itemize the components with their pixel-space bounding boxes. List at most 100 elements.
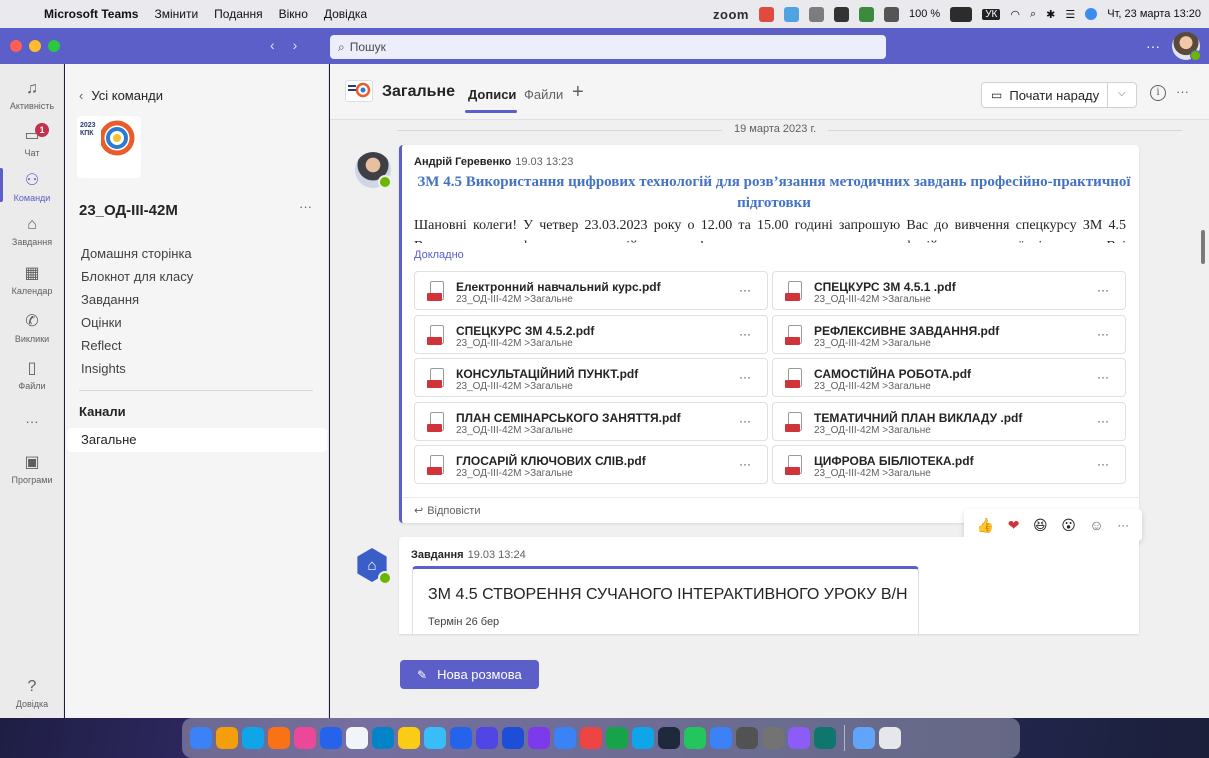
channels-heading[interactable]: Канали xyxy=(79,404,126,419)
file-more-button[interactable]: ··· xyxy=(1097,283,1109,297)
rail-help[interactable]: ? Довідка xyxy=(0,678,64,709)
header-more-button[interactable]: ··· xyxy=(1176,84,1189,99)
team-nav-assignments[interactable]: Завдання xyxy=(81,288,193,311)
bluetooth-icon[interactable]: ✱ xyxy=(1046,8,1055,21)
back-arrow-icon[interactable]: ‹ xyxy=(270,37,275,53)
chrome-icon[interactable] xyxy=(268,727,290,749)
close-window-button[interactable] xyxy=(10,40,22,52)
viber-icon[interactable] xyxy=(528,727,550,749)
rail-chat[interactable]: ▭ 1 Чат xyxy=(0,123,64,158)
menu-app-name[interactable]: Microsoft Teams xyxy=(44,7,138,21)
search-box[interactable]: ⌕ Пошук xyxy=(330,35,886,59)
add-reaction-icon[interactable]: ☺ xyxy=(1089,517,1103,533)
info-icon[interactable]: i xyxy=(1150,85,1166,101)
trash-icon[interactable] xyxy=(879,727,901,749)
rail-apps[interactable]: ▣ Програми xyxy=(0,454,64,485)
team-nav-insights[interactable]: Insights xyxy=(81,357,193,380)
team-nav-home[interactable]: Домашня сторінка xyxy=(81,242,193,265)
wifi-icon[interactable]: ◠ xyxy=(1010,8,1020,21)
mail-icon[interactable] xyxy=(320,727,342,749)
calendar-app-icon[interactable] xyxy=(346,727,368,749)
audio-tray-icon[interactable] xyxy=(884,6,899,22)
menu-edit[interactable]: Змінити xyxy=(154,7,198,21)
post2-author-name[interactable]: Завдання xyxy=(411,549,464,561)
forward-arrow-icon[interactable]: › xyxy=(293,37,298,53)
minimize-window-button[interactable] xyxy=(29,40,41,52)
battery-icon[interactable] xyxy=(950,6,973,22)
file-more-button[interactable]: ··· xyxy=(1097,370,1109,384)
menu-help[interactable]: Довідка xyxy=(324,7,367,21)
media-icon[interactable] xyxy=(580,727,602,749)
new-conversation-button[interactable]: ✎ Нова розмова xyxy=(400,660,539,689)
rail-calls[interactable]: ✆ Виклики xyxy=(0,313,64,344)
rail-files[interactable]: ▯ Файли xyxy=(0,360,64,391)
thumbs-up-icon[interactable]: 👍 xyxy=(977,517,994,534)
rail-calendar[interactable]: ▦ Календар xyxy=(0,265,64,296)
post-author[interactable]: Андрій Геревенко 19.03 13:23 xyxy=(414,156,573,168)
file-attachment[interactable]: ПЛАН СЕМІНАРСЬКОГО ЗАНЯТТЯ.pdf 23_ОД-ІІІ… xyxy=(414,402,768,441)
file-attachment[interactable]: СПЕЦКУРС ЗМ 4.5.2.pdf 23_ОД-ІІІ-42М >Заг… xyxy=(414,315,768,354)
file-attachment[interactable]: САМОСТІЙНА РОБОТА.pdf 23_ОД-ІІІ-42М >Заг… xyxy=(772,358,1126,397)
shield-tray-icon[interactable] xyxy=(834,6,849,22)
chevron-down-icon[interactable]: ⌵ xyxy=(1118,88,1126,99)
control-center-icon[interactable]: ☰ xyxy=(1065,8,1075,21)
file-attachment[interactable]: РЕФЛЕКСИВНЕ ЗАВДАННЯ.pdf 23_ОД-ІІІ-42М >… xyxy=(772,315,1126,354)
file-attachment[interactable]: Електронний навчальний курс.pdf 23_ОД-ІІ… xyxy=(414,271,768,310)
file-more-button[interactable]: ··· xyxy=(1097,457,1109,471)
team-nav-reflect[interactable]: Reflect xyxy=(81,334,193,357)
assignments-bot-avatar[interactable]: ⌂ xyxy=(355,548,392,585)
terminal-icon[interactable] xyxy=(658,727,680,749)
channel-general[interactable]: Загальне xyxy=(67,428,327,452)
telegram-icon[interactable] xyxy=(372,727,394,749)
author-avatar[interactable] xyxy=(355,152,392,189)
team-nav-notebook[interactable]: Блокнот для класу xyxy=(81,265,193,288)
notes-icon[interactable] xyxy=(398,727,420,749)
teams-app-icon[interactable] xyxy=(476,727,498,749)
launchpad-icon[interactable] xyxy=(216,727,238,749)
post2-author[interactable]: Завдання 19.03 13:24 xyxy=(411,549,526,561)
zoom-app-icon[interactable] xyxy=(450,727,472,749)
photos-icon[interactable] xyxy=(294,727,316,749)
file-more-button[interactable]: ··· xyxy=(1097,327,1109,341)
profile-avatar[interactable] xyxy=(1172,32,1201,61)
app-store-icon[interactable] xyxy=(554,727,576,749)
settings-more-button[interactable]: ··· xyxy=(1146,38,1160,54)
keyboard-layout-badge[interactable]: УК xyxy=(982,8,1001,20)
zoom-tray-icon[interactable]: zoom xyxy=(713,7,749,22)
file-more-button[interactable]: ··· xyxy=(739,370,751,384)
status-tray-icon[interactable] xyxy=(759,6,774,22)
heart-icon[interactable]: ❤ xyxy=(1008,517,1020,534)
feed-scrollbar[interactable] xyxy=(1201,230,1205,264)
downloads-folder-icon[interactable] xyxy=(853,727,875,749)
file-more-button[interactable]: ··· xyxy=(739,327,751,341)
remote-desktop-icon[interactable] xyxy=(814,727,836,749)
siri-icon[interactable] xyxy=(1085,8,1098,20)
sync-tray-icon[interactable] xyxy=(859,6,874,22)
tab-posts[interactable]: Дописи xyxy=(464,87,518,113)
team-more-button[interactable]: ··· xyxy=(299,199,312,214)
file-attachment[interactable]: СПЕЦКУРС ЗМ 4.5.1 .pdf 23_ОД-ІІІ-42М >За… xyxy=(772,271,1126,310)
zoom-window-button[interactable] xyxy=(48,40,60,52)
whatsapp-icon[interactable] xyxy=(606,727,628,749)
post-author-name[interactable]: Андрій Геревенко xyxy=(414,156,511,168)
file-attachment[interactable]: ЦИФРОВА БІБЛІОТЕКА.pdf 23_ОД-ІІІ-42М >За… xyxy=(772,445,1126,484)
app-tray-icon[interactable] xyxy=(784,6,799,22)
team-nav-grades[interactable]: Оцінки xyxy=(81,311,193,334)
rail-teams[interactable]: ⚇ Команди xyxy=(0,168,64,203)
assignment-card[interactable]: ЗМ 4.5 СТВОРЕННЯ СУЧАНОГО ІНТЕРАКТИВНОГО… xyxy=(412,566,919,634)
messenger-icon[interactable] xyxy=(424,727,446,749)
surprised-emoji-icon[interactable]: 😮 xyxy=(1061,517,1076,534)
spotlight-icon[interactable]: ⌕ xyxy=(1030,8,1036,21)
file-more-button[interactable]: ··· xyxy=(1097,414,1109,428)
menu-window[interactable]: Вікно xyxy=(279,7,308,21)
finder-icon[interactable] xyxy=(190,727,212,749)
add-tab-button[interactable]: + xyxy=(572,81,584,104)
rail-activity[interactable]: ♫ Активність xyxy=(0,80,64,111)
menubar-clock[interactable]: Чт, 23 марта 13:20 xyxy=(1107,8,1201,20)
settings-icon[interactable] xyxy=(762,727,784,749)
file-attachment[interactable]: ГЛОСАРІЙ КЛЮЧОВИХ СЛІВ.pdf 23_ОД-ІІІ-42М… xyxy=(414,445,768,484)
read-more-link[interactable]: Докладно xyxy=(414,249,464,261)
store-icon[interactable] xyxy=(710,727,732,749)
vpn-tray-icon[interactable] xyxy=(809,6,824,22)
rail-more-apps[interactable]: ··· xyxy=(0,414,64,429)
